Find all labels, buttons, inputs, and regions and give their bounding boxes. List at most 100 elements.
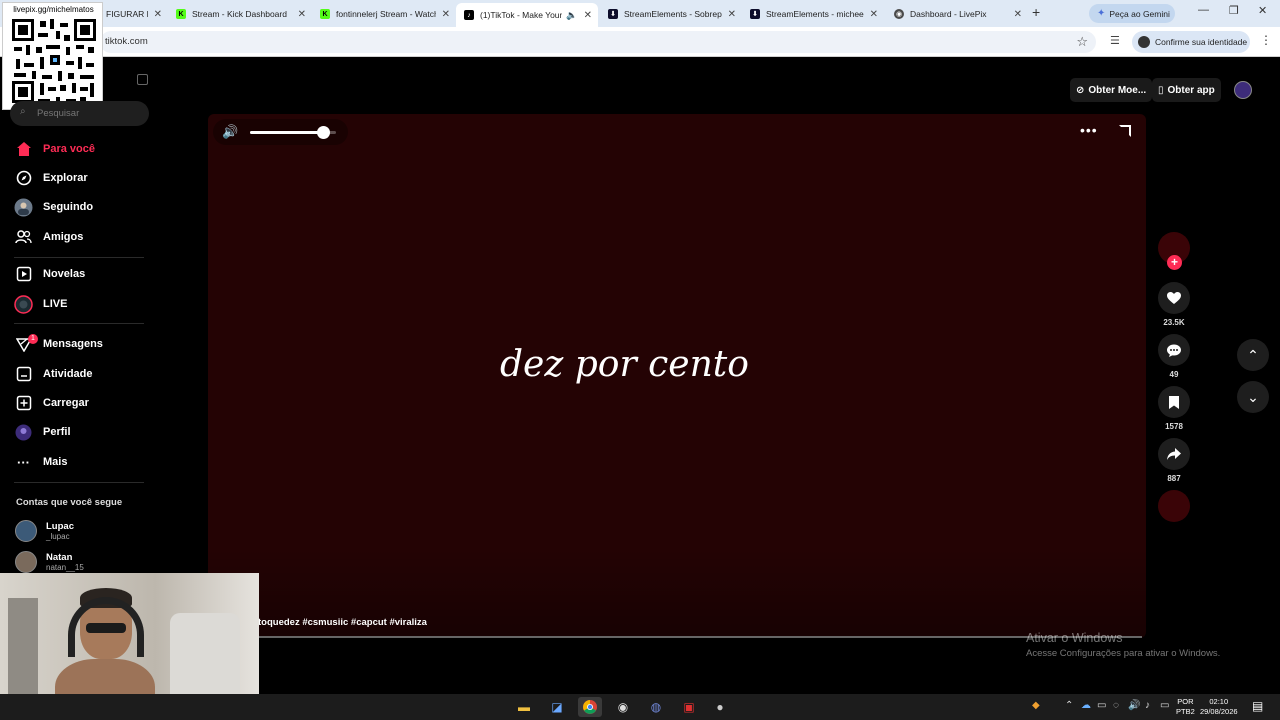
chrome-icon[interactable] — [578, 697, 602, 717]
tiktok-icon: ♪ — [464, 10, 474, 20]
close-tab-icon[interactable]: ✕ — [584, 10, 592, 21]
clock[interactable]: 02:10 29/08/2026 — [1200, 697, 1238, 717]
video-player[interactable]: 🔊 ••• dez por cento — [208, 114, 1146, 638]
bookmark-star-icon[interactable]: ☆ — [1076, 34, 1088, 50]
editor-icon[interactable]: ◪ — [545, 697, 569, 717]
next-video-button[interactable]: ⌄ — [1237, 381, 1269, 413]
sidebar-item-para-voce[interactable]: Para você — [14, 139, 95, 159]
collapse-sidebar-icon[interactable] — [137, 74, 148, 85]
language-indicator[interactable]: POR PTB2 — [1176, 697, 1195, 717]
video-progress-bar[interactable] — [258, 636, 1142, 638]
browser-tab[interactable]: ⬇ StreamElements - micheelr ✕ — [742, 3, 884, 25]
more-icon: ··· — [17, 454, 30, 470]
notifications-icon[interactable]: ▤ — [1252, 699, 1263, 713]
browser-tab[interactable]: ◉ Dashboard - LivePix ✕ — [886, 3, 1028, 25]
omnibox[interactable]: tiktok.com ☆ — [100, 31, 1096, 53]
app-icon[interactable]: ● — [708, 697, 732, 717]
like-count: 23.5K — [1163, 318, 1185, 327]
address-bar: tiktok.com ☆ ☰ Confirme sua identidade — [0, 27, 1280, 57]
close-tab-icon[interactable]: ✕ — [298, 9, 306, 20]
minimize-icon[interactable]: — — [1198, 4, 1209, 16]
discord-icon[interactable]: ◍ — [644, 697, 668, 717]
get-app-button[interactable]: ▯ Obter app — [1152, 78, 1221, 102]
followed-account[interactable]: Lupac _lupac — [15, 520, 74, 542]
app-icon[interactable]: ▣ — [677, 697, 701, 717]
close-tab-icon[interactable]: ✕ — [728, 9, 736, 20]
close-tab-icon[interactable]: ✕ — [442, 9, 450, 20]
browser-tab-active[interactable]: ♪ (1)TikTok - Make Your D 🔈 ✕ — [456, 3, 598, 27]
windows-activation-title: Ativar o Windows — [1026, 631, 1123, 645]
get-coins-button[interactable]: ⊘ Obter Moe... — [1070, 78, 1153, 102]
sidebar-item-live[interactable]: LIVE — [14, 294, 67, 314]
new-tab-icon[interactable]: + — [1032, 4, 1040, 20]
follow-plus-icon[interactable]: + — [1167, 255, 1182, 270]
obs-icon[interactable]: ◉ — [611, 697, 635, 717]
network-icon[interactable]: ▭ — [1160, 700, 1169, 711]
volume-control[interactable]: 🔊 — [213, 119, 348, 145]
tab-label: StreamElements - micheelr — [766, 9, 864, 19]
like-button[interactable] — [1158, 282, 1190, 314]
browser-tab[interactable]: K Stream - Kick Dashboard ✕ — [168, 3, 312, 25]
chevron-up-icon[interactable]: ⌃ — [1065, 700, 1073, 711]
browser-tab[interactable]: FIGURAR L ✕ — [98, 3, 168, 25]
comment-button[interactable] — [1158, 334, 1190, 366]
close-window-icon[interactable]: ✕ — [1258, 4, 1267, 17]
confirm-identity-label: Confirme sua identidade — [1155, 37, 1248, 47]
share-button[interactable] — [1158, 438, 1190, 470]
save-button[interactable] — [1158, 386, 1190, 418]
previous-video-button[interactable]: ⌃ — [1237, 339, 1269, 371]
reading-list-icon[interactable]: ☰ — [1110, 34, 1124, 48]
sidebar-item-mais[interactable]: ··· Mais — [14, 452, 67, 472]
close-tab-icon[interactable]: ✕ — [870, 9, 878, 20]
share-count: 887 — [1167, 474, 1181, 483]
chevron-down-icon: ⌄ — [1247, 388, 1259, 405]
avatar — [15, 551, 37, 573]
sidebar-item-explorar[interactable]: Explorar — [14, 168, 88, 188]
close-tab-icon[interactable]: ✕ — [1014, 9, 1022, 20]
tray-icon[interactable]: ▭ — [1097, 700, 1106, 711]
phone-icon: ▯ — [1158, 84, 1164, 96]
volume-knob[interactable] — [317, 126, 330, 139]
sidebar-item-novelas[interactable]: Novelas — [14, 264, 85, 284]
bookmark-icon — [1169, 395, 1179, 409]
search-input[interactable]: ⌕ Pesquisar — [10, 101, 149, 126]
restore-icon[interactable]: ❐ — [1229, 4, 1239, 17]
gemini-button[interactable]: ✦ Peça ao Gemini — [1089, 4, 1175, 23]
video-hashtags[interactable]: toquedez #csmusiic #capcut #viraliza — [258, 617, 427, 628]
speaker-icon[interactable]: 🔊 — [222, 124, 238, 140]
kick-icon: K — [176, 9, 186, 19]
sidebar-item-seguindo[interactable]: Seguindo — [14, 197, 93, 217]
novelas-icon — [14, 265, 33, 284]
sidebar-item-label: Carregar — [43, 397, 89, 409]
sidebar-item-atividade[interactable]: Atividade — [14, 364, 93, 384]
music-disc[interactable] — [1158, 490, 1190, 522]
browser-tab[interactable]: K fontinnelerj Stream - Watch ✕ — [312, 3, 456, 25]
sidebar-item-carregar[interactable]: Carregar — [14, 393, 89, 413]
sidebar-item-amigos[interactable]: Amigos — [14, 227, 83, 247]
cloud-icon[interactable]: ☁ — [1081, 700, 1091, 711]
file-explorer-icon[interactable]: ▬ — [512, 697, 536, 717]
kick-icon: K — [320, 9, 330, 19]
browser-menu-icon[interactable]: ⋮ — [1260, 33, 1272, 47]
tab-label: fontinnelerj Stream - Watch — [336, 9, 436, 19]
tab-audio-icon[interactable]: 🔈 — [566, 10, 577, 21]
get-app-label: Obter app — [1167, 84, 1215, 96]
volume-tray-icon[interactable]: 🔊 — [1128, 700, 1140, 711]
tray-app-icon[interactable]: ◆ — [1032, 700, 1040, 711]
microphone-icon[interactable]: ♪ — [1145, 700, 1150, 711]
sidebar-item-label: Mensagens — [43, 338, 103, 350]
profile-icon — [14, 423, 33, 442]
tray-icon[interactable]: ◌ — [1113, 700, 1119, 711]
followed-account[interactable]: Natan natan__15 — [15, 551, 84, 573]
sidebar-divider — [14, 257, 144, 258]
fullscreen-icon[interactable] — [1119, 125, 1131, 137]
more-options-icon[interactable]: ••• — [1080, 122, 1098, 138]
chevron-up-icon: ⌃ — [1247, 346, 1259, 363]
close-tab-icon[interactable]: ✕ — [154, 9, 162, 20]
volume-slider[interactable] — [250, 126, 336, 139]
account-handle: _lupac — [46, 532, 70, 541]
sidebar-item-perfil[interactable]: Perfil — [14, 422, 71, 442]
user-avatar[interactable] — [1234, 81, 1252, 99]
browser-tab[interactable]: ⬇ StreamElements - Sobrepo ✕ — [600, 3, 742, 25]
confirm-identity-button[interactable]: Confirme sua identidade — [1132, 31, 1250, 53]
